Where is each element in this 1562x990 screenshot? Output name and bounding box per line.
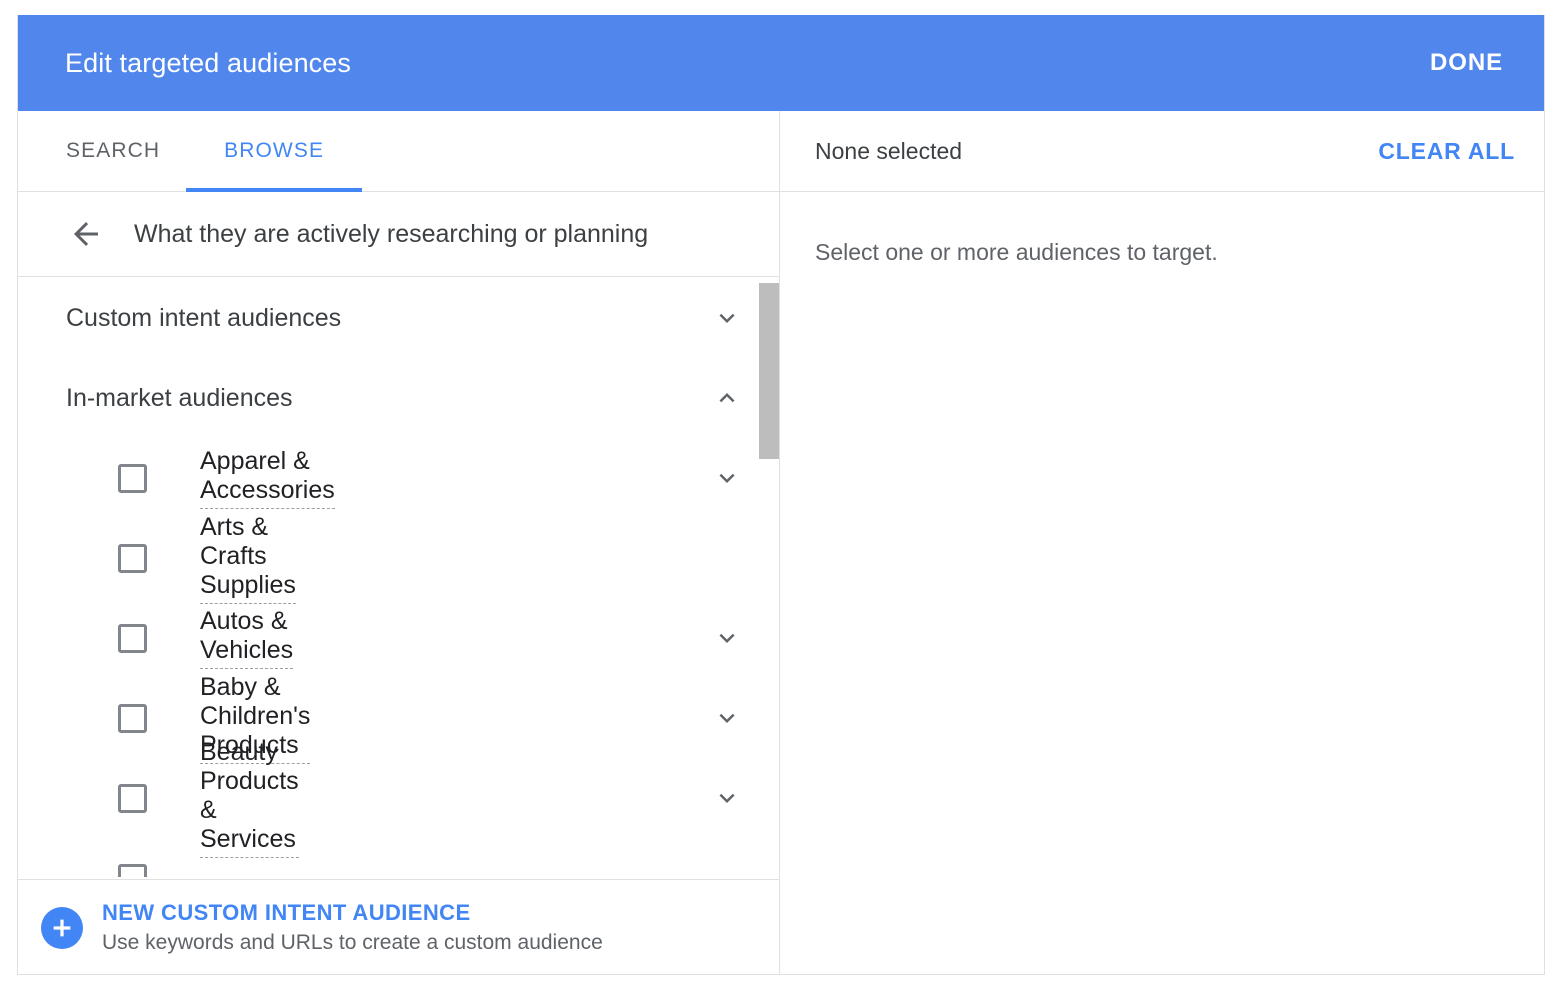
new-custom-intent-audience-button[interactable]: NEW CUSTOM INTENT AUDIENCE Use keywords … <box>18 879 779 975</box>
selected-count-label: None selected <box>815 138 962 165</box>
chevron-down-icon[interactable] <box>709 780 745 816</box>
tab-browse-label: BROWSE <box>224 139 324 163</box>
tab-search[interactable]: SEARCH <box>18 111 186 192</box>
checkbox[interactable] <box>118 864 147 878</box>
list-item-label[interactable]: Arts & Crafts Supplies <box>200 513 296 604</box>
cta-text-block: NEW CUSTOM INTENT AUDIENCE Use keywords … <box>102 898 603 958</box>
list-group-in-market[interactable]: In-market audiences <box>18 358 779 438</box>
checkbox[interactable] <box>118 624 147 653</box>
list-item[interactable]: Arts & Crafts Supplies <box>18 518 779 598</box>
plus-circle-icon <box>41 907 83 949</box>
checkbox[interactable] <box>118 544 147 573</box>
audience-list-inner: Custom intent audiences In-market audien… <box>18 278 779 877</box>
list-item[interactable]: Baby & Children's Products <box>18 678 779 758</box>
list-item-label[interactable]: Autos & Vehicles <box>200 607 293 669</box>
checkbox[interactable] <box>118 784 147 813</box>
list-item[interactable] <box>18 838 779 877</box>
chevron-up-icon[interactable] <box>709 380 745 416</box>
selection-header: None selected CLEAR ALL <box>780 111 1545 192</box>
chevron-down-icon[interactable] <box>709 620 745 656</box>
list-scrollbar-thumb[interactable] <box>759 283 779 459</box>
edit-targeted-audiences-dialog: Edit targeted audiences DONE SEARCH BROW… <box>17 15 1545 975</box>
list-scrollbar[interactable] <box>759 278 779 877</box>
list-group-label: In-market audiences <box>66 384 709 413</box>
cta-title: NEW CUSTOM INTENT AUDIENCE <box>102 898 603 928</box>
breadcrumb: What they are actively researching or pl… <box>18 192 779 277</box>
chevron-down-icon[interactable] <box>709 460 745 496</box>
selection-pane: None selected CLEAR ALL Select one or mo… <box>780 111 1545 975</box>
tab-active-indicator <box>186 188 362 192</box>
dialog-body: SEARCH BROWSE What they are actively res… <box>18 111 1545 975</box>
list-item[interactable]: Beauty Products & Services <box>18 758 779 838</box>
breadcrumb-label: What they are actively researching or pl… <box>134 220 648 249</box>
checkbox[interactable] <box>118 704 147 733</box>
list-item-label[interactable]: Beauty Products & Services <box>200 738 299 858</box>
dialog-header: Edit targeted audiences DONE <box>18 15 1545 111</box>
clear-all-button[interactable]: CLEAR ALL <box>1368 132 1525 171</box>
cta-subtitle: Use keywords and URLs to create a custom… <box>102 928 603 958</box>
selection-empty-message: Select one or more audiences to target. <box>780 192 1545 266</box>
tab-browse[interactable]: BROWSE <box>186 111 362 192</box>
tab-bar: SEARCH BROWSE <box>18 111 779 192</box>
list-item[interactable]: Autos & Vehicles <box>18 598 779 678</box>
checkbox[interactable] <box>118 464 147 493</box>
list-item-label[interactable]: Apparel & Accessories <box>200 447 335 509</box>
list-group-label: Custom intent audiences <box>66 304 709 333</box>
done-button[interactable]: DONE <box>1418 41 1515 85</box>
arrow-left-icon[interactable] <box>66 214 106 254</box>
chevron-down-icon[interactable] <box>709 300 745 336</box>
tab-search-label: SEARCH <box>66 139 160 163</box>
browse-pane: SEARCH BROWSE What they are actively res… <box>18 111 780 975</box>
list-group-custom-intent[interactable]: Custom intent audiences <box>18 278 779 358</box>
page-title: Edit targeted audiences <box>65 48 351 79</box>
list-item[interactable]: Apparel & Accessories <box>18 438 779 518</box>
chevron-down-icon[interactable] <box>709 700 745 736</box>
audience-list[interactable]: Custom intent audiences In-market audien… <box>18 278 779 877</box>
